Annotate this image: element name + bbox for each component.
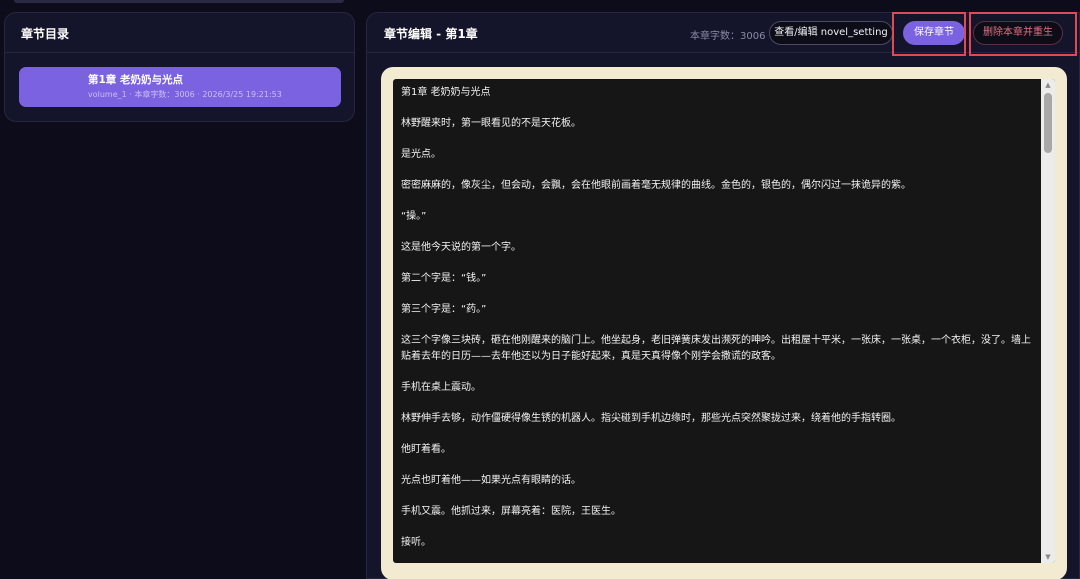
editor-paragraph: 第1章 老奶奶与光点 — [401, 87, 491, 98]
editor-paragraph: 第二个字是：“钱。” — [401, 273, 487, 284]
word-count: 本章字数：3006 — [690, 31, 766, 42]
editor-paragraph: 光点也盯着他——如果光点有眼睛的话。 — [401, 474, 581, 486]
chapter-list-item[interactable]: 第1章 老奶奶与光点 volume_1 · 本章字数：3006 · 2026/3… — [19, 67, 341, 107]
chapter-directory-title: 章节目录 — [5, 13, 354, 53]
view-novel-setting-button[interactable]: 查看/编辑 novel_setting — [769, 21, 893, 45]
chapter-item-meta: volume_1 · 本章字数：3006 · 2026/3/25 19:21:5… — [88, 90, 282, 99]
scroll-thumb[interactable] — [1044, 93, 1052, 153]
chapter-editor-panel: 章节编辑 - 第1章 本章字数：3006 查看/编辑 novel_setting… — [366, 12, 1080, 579]
editor-paragraph: 密密麻麻的，像灰尘，但会动，会飘，会在他眼前画着毫无规律的曲线。金色的，银色的，… — [401, 180, 911, 191]
editor-paragraph: 是光点。 — [401, 149, 441, 160]
editor-paragraph: 手机在桌上震动。 — [401, 381, 481, 393]
chapter-item-title: 第1章 老奶奶与光点 — [88, 74, 183, 86]
chapter-text-editor[interactable]: 第1章 老奶奶与光点林野醒来时，第一眼看见的不是天花板。 是光点。密密麻麻的，像灰… — [393, 79, 1055, 563]
scroll-up-icon[interactable]: ▲ — [1041, 79, 1055, 91]
editor-paragraph: 林野醒来时，第一眼看见的不是天花板。 — [401, 118, 581, 129]
editor-header: 章节编辑 - 第1章 本章字数：3006 查看/编辑 novel_setting… — [367, 12, 1079, 56]
editor-paragraph: 他盯着看。 — [401, 443, 451, 455]
editor-paragraph: 接听。 — [401, 536, 431, 548]
editor-paragraph: 手机又震。他抓过来，屏幕亮着：医院，王医生。 — [401, 505, 621, 517]
editor-paragraph: 这三个字像三块砖，砸在他刚醒来的脑门上。他坐起身，老旧弹簧床发出濒死的呻吟。出租… — [401, 335, 1031, 362]
delete-regenerate-button[interactable]: 删除本章并重生 — [973, 21, 1063, 45]
editor-frame: 第1章 老奶奶与光点林野醒来时，第一眼看见的不是天花板。 是光点。密密麻麻的，像灰… — [381, 67, 1067, 579]
editor-paragraph: 林野伸手去够，动作僵硬得像生锈的机器人。指尖碰到手机边缘时，那些光点突然聚拢过来… — [401, 412, 901, 424]
editor-paragraph: “操。” — [401, 211, 427, 222]
editor-scrollbar[interactable]: ▲ ▼ — [1041, 79, 1055, 563]
chapter-text: 第1章 老奶奶与光点林野醒来时，第一眼看见的不是天花板。 是光点。密密麻麻的，像灰… — [401, 85, 1033, 563]
top-divider — [14, 0, 344, 3]
scroll-down-icon[interactable]: ▼ — [1041, 551, 1055, 563]
save-chapter-button[interactable]: 保存章节 — [903, 21, 965, 45]
chapter-directory-panel: 章节目录 第1章 老奶奶与光点 volume_1 · 本章字数：3006 · 2… — [4, 12, 355, 122]
editor-paragraph: 第三个字是：“药。” — [401, 304, 487, 315]
editor-title: 章节编辑 - 第1章 — [384, 27, 478, 41]
editor-paragraph: 这是他今天说的第一个字。 — [401, 242, 521, 253]
